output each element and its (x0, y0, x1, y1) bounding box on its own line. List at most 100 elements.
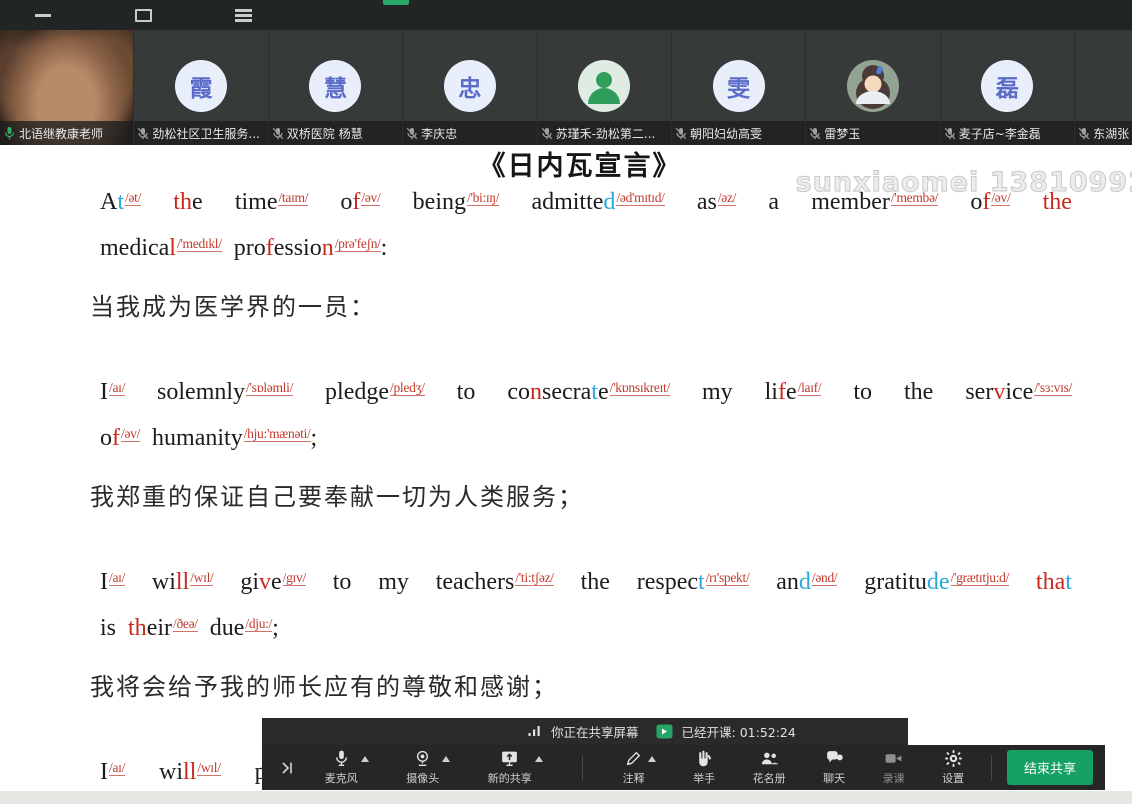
word: teachers/'ti:tʃəz/ (436, 569, 554, 596)
toolbar-microphone-button[interactable]: 麦克风 (325, 749, 358, 786)
watermark: sunxiaomei 13810992 (796, 167, 1132, 198)
phonetic-transcription: /prə'feʃn/ (335, 236, 381, 252)
participant-tile[interactable]: 北语继教康老师 (0, 30, 134, 145)
microphone-button-group: 麦克风 (325, 749, 369, 786)
participant-tile[interactable]: 雷梦玉 (806, 30, 940, 145)
toolbar-chat-button[interactable]: 聊天 (823, 749, 845, 786)
word: to (853, 379, 872, 406)
phonetic-transcription: /hju:'mænəti/ (244, 426, 311, 442)
minimize-button[interactable] (32, 6, 54, 24)
toolbar-button-label: 录课 (883, 770, 905, 786)
mic-on-icon (3, 126, 16, 140)
phonetic-transcription: /aɪ/ (109, 570, 125, 586)
dropdown-caret-icon[interactable] (361, 756, 369, 762)
participant-tile[interactable]: 苏瑾禾-劲松第二... (538, 30, 672, 145)
meeting-app-window: 北语继教康老师霞劲松社区卫生服务...慧双桥医院 杨慧忠李庆忠苏瑾禾-劲松第二.… (0, 0, 1132, 804)
phonetic-transcription: /'bi:ɪŋ/ (467, 190, 499, 206)
word: my (702, 379, 733, 406)
menu-button[interactable] (232, 6, 254, 24)
word: will/wɪl/ (152, 569, 214, 596)
phonetic-transcription: /dju:/ (245, 616, 272, 632)
end-share-button[interactable]: 结束共享 (1007, 750, 1093, 785)
participant-nameplate: 雷梦玉 (806, 121, 939, 145)
phonetic-transcription: /ət/ (125, 190, 141, 206)
microphone-icon (332, 749, 351, 768)
word: a (768, 189, 779, 216)
toolbar-button-label: 摄像头 (406, 770, 439, 786)
phonetic-transcription: /ðeə/ (173, 616, 198, 632)
word: I/aɪ/ (100, 759, 125, 786)
roster-icon (760, 749, 779, 768)
document-paragraph: At/ət/thetime/taɪm/of/əv/being/'bi:ɪŋ/ad… (0, 189, 1132, 327)
phonetic-transcription: /wɪl/ (190, 570, 213, 586)
raise-hand-button-group: 举手 (693, 749, 715, 786)
word: pledge/pledʒ/ (325, 379, 425, 406)
toolbar-button-label: 花名册 (753, 770, 786, 786)
toolbar-settings-button[interactable]: 设置 (942, 749, 964, 786)
avatar-initial: 慧 (324, 69, 347, 103)
signal-icon (528, 722, 542, 741)
word: my (378, 569, 409, 596)
shared-document: sunxiaomei 13810992 《日内瓦宣言》 At/ət/thetim… (0, 145, 1132, 804)
word: respect/rɪ'spekt/ (637, 569, 750, 596)
dropdown-caret-icon[interactable] (442, 756, 450, 762)
class-badge-icon (656, 724, 673, 739)
phonetic-transcription: /ənd/ (812, 570, 838, 586)
dropdown-caret-icon[interactable] (535, 756, 543, 762)
toolbar-raise-hand-button[interactable]: 举手 (693, 749, 715, 786)
participant-nameplate: 李庆忠 (403, 121, 536, 145)
word: At/ət/ (100, 189, 141, 216)
document-body: At/ət/thetime/taɪm/of/əv/being/'bi:ɪŋ/ad… (0, 189, 1132, 804)
maximize-button[interactable] (132, 6, 154, 24)
word: as/əz/ (697, 189, 736, 216)
toolbar-record-button[interactable]: 录课 (883, 749, 905, 786)
phonetic-transcription: /aɪ/ (109, 760, 125, 776)
dropdown-caret-icon[interactable] (648, 756, 656, 762)
toolbar-annotate-button[interactable]: 注释 (623, 749, 645, 786)
sharing-indicator-notch (383, 0, 409, 5)
chinese-text-line: 我郑重的保证自己要奉献一切为人类服务； (90, 471, 1132, 517)
toolbar-divider (582, 755, 583, 781)
toolbar-roster-button[interactable]: 花名册 (753, 749, 786, 786)
word: medical/'medɪkl/ (100, 235, 222, 262)
anime-avatar (847, 60, 899, 112)
participant-tile[interactable]: 忠李庆忠 (403, 30, 537, 145)
participant-tile[interactable]: 磊麦子店~李金磊 (941, 30, 1075, 145)
participant-tile[interactable]: 东湖张 (1075, 30, 1132, 145)
participant-avatar: 忠 (444, 60, 496, 112)
word: the (904, 379, 933, 406)
menu-icon (235, 9, 252, 12)
phonetic-transcription: /'medɪkl/ (177, 236, 222, 252)
chat-button-group: 聊天 (823, 749, 845, 786)
english-text-line: medical/'medɪkl/profession/prə'feʃn/: (100, 235, 1072, 281)
document-paragraph: I/aɪ/will/wɪl/give/gɪv/tomyteachers/'ti:… (0, 569, 1132, 707)
phonetic-transcription: /pledʒ/ (390, 380, 425, 396)
toolbar-camera-button[interactable]: 摄像头 (406, 749, 439, 786)
word: profession/prə'feʃn/: (234, 235, 388, 262)
phonetic-transcription: /wɪl/ (197, 760, 220, 776)
word: humanity/hju:'mænəti/; (152, 425, 317, 452)
participant-nameplate: 北语继教康老师 (0, 121, 133, 145)
toolbar-share-screen-button[interactable]: 新的共享 (488, 749, 532, 786)
word: that (1036, 569, 1072, 596)
word: to (333, 569, 352, 596)
word: gratitude/'grætɪtju:d/ (864, 569, 1009, 596)
phonetic-transcription: /'sɒləmli/ (246, 380, 293, 396)
participant-name: 双桥医院 杨慧 (287, 125, 363, 142)
avatar-initial: 雯 (727, 69, 750, 103)
chinese-text-line: 当我成为医学界的一员： (90, 281, 1132, 327)
collapse-toolbar-button[interactable] (274, 753, 300, 783)
participant-tile[interactable]: 雯朝阳妇幼高雯 (672, 30, 806, 145)
participant-name: 东湖张 (1093, 125, 1129, 142)
mic-muted-icon (541, 127, 553, 140)
participant-tile[interactable]: 慧双桥医院 杨慧 (269, 30, 403, 145)
avatar-initial: 忠 (458, 69, 481, 103)
phonetic-transcription: /əv/ (361, 190, 380, 206)
participant-tile[interactable]: 霞劲松社区卫生服务... (134, 30, 268, 145)
english-text-line: of/əv/humanity/hju:'mænəti/; (100, 425, 1072, 471)
sharing-status-text: 你正在共享屏幕 (551, 722, 639, 741)
word: and/ənd/ (776, 569, 837, 596)
phonetic-transcription: /'ti:tʃəz/ (515, 570, 553, 586)
phonetic-transcription: /laɪf/ (798, 380, 822, 396)
word: being/'bi:ɪŋ/ (413, 189, 500, 216)
